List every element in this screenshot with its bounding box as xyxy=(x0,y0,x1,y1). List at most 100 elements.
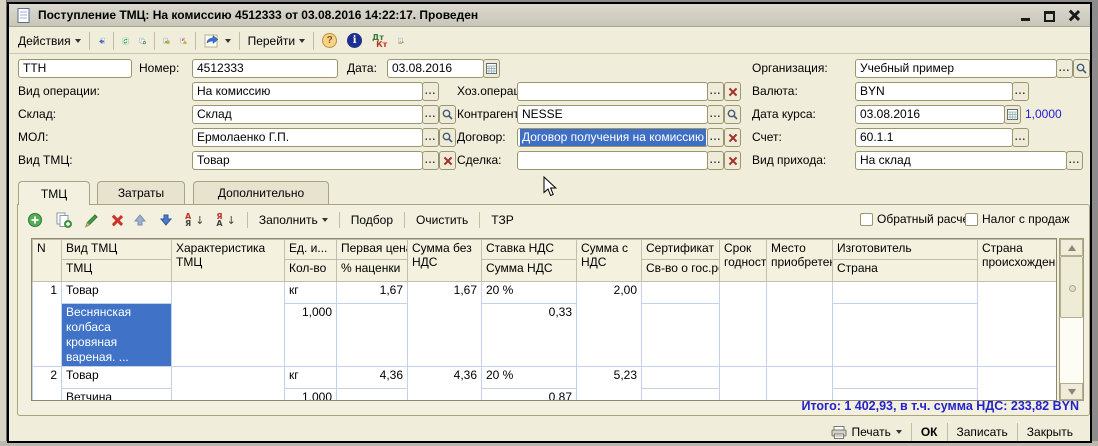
titlebar[interactable]: Поступление ТМЦ: На комиссию 4512333 от … xyxy=(9,4,1090,27)
cell-type[interactable]: Товар xyxy=(62,282,172,304)
tab-dopolnitelno[interactable]: Дополнительно xyxy=(193,181,329,204)
tzr-button[interactable]: ТЗР xyxy=(486,211,518,229)
minimize-button[interactable] xyxy=(1018,8,1032,22)
scroll-down-button[interactable] xyxy=(1060,383,1083,400)
deal-input[interactable] xyxy=(517,151,708,170)
contractors-open-button[interactable] xyxy=(724,105,741,124)
cell-characteristic[interactable] xyxy=(172,367,285,402)
cell-sum-no-vat[interactable]: 4,36 xyxy=(408,367,482,402)
contractors-select-button[interactable]: ... xyxy=(707,105,724,124)
contractors-input[interactable]: NESSE xyxy=(517,105,708,124)
contract-input[interactable]: Договор получения на комиссию xyxy=(517,128,708,147)
contract-select-button[interactable]: ... xyxy=(707,128,724,147)
tmc-kind-input[interactable]: Товар xyxy=(192,151,423,170)
sort-descending-button[interactable]: ЯА ↓ xyxy=(211,211,240,229)
refresh-button[interactable] xyxy=(117,32,134,49)
cell-certificate[interactable] xyxy=(642,367,720,389)
doc-type-input[interactable]: ТТН xyxy=(18,59,132,78)
cell-unit[interactable]: кг xyxy=(285,367,337,389)
edit-row-button[interactable] xyxy=(79,211,104,230)
hoz-operation-input[interactable] xyxy=(517,82,708,101)
cell-shelf-life[interactable] xyxy=(720,282,767,367)
mol-input[interactable]: Ермолаенко Г.П. xyxy=(192,128,423,147)
cell-origin[interactable] xyxy=(978,282,1058,367)
organization-input[interactable]: Учебный пример xyxy=(855,59,1057,78)
hoz-operation-clear-button[interactable] xyxy=(724,82,741,101)
pick-button[interactable]: Подбор xyxy=(346,211,398,229)
cell-type[interactable]: Товар xyxy=(62,367,172,389)
sort-ascending-button[interactable]: АЯ ↓ xyxy=(180,211,209,229)
income-kind-select-button[interactable]: ... xyxy=(1066,151,1083,170)
goto-menu-button[interactable]: Перейти xyxy=(243,32,311,50)
close-button[interactable] xyxy=(1066,8,1080,22)
deal-select-button[interactable]: ... xyxy=(707,151,724,170)
ok-button[interactable]: ОК xyxy=(912,422,947,442)
organization-select-button[interactable]: ... xyxy=(1056,59,1073,78)
print-menu-button[interactable]: Печать xyxy=(822,422,911,442)
help-button[interactable]: ? xyxy=(317,31,342,50)
cell-cert2[interactable] xyxy=(642,304,720,367)
cell-place[interactable] xyxy=(767,367,833,402)
reverse-calc-checkbox[interactable]: Обратный расчет xyxy=(860,212,974,226)
cell-sum-with-vat[interactable]: 5,23 xyxy=(577,367,642,402)
cell-characteristic[interactable] xyxy=(172,282,285,367)
cell-n[interactable]: 1 xyxy=(33,282,62,367)
cell-vat-rate[interactable]: 20 % xyxy=(482,282,577,304)
cell-place[interactable] xyxy=(767,282,833,367)
currency-select-button[interactable]: ... xyxy=(1012,82,1029,101)
post-document-button[interactable] xyxy=(158,32,175,49)
add-row-button[interactable] xyxy=(22,210,48,230)
cell-qty[interactable]: 1,000 xyxy=(285,304,337,367)
cell-certificate[interactable] xyxy=(642,282,720,304)
sales-tax-checkbox[interactable]: Налог с продаж xyxy=(965,212,1069,226)
cell-markup[interactable] xyxy=(337,304,408,367)
date-input[interactable]: 03.08.2016 xyxy=(387,59,484,78)
warehouse-input[interactable]: Склад xyxy=(192,105,423,124)
save-close-button[interactable] xyxy=(93,32,110,49)
operation-select-button[interactable]: ... xyxy=(422,82,439,101)
account-input[interactable]: 60.1.1 xyxy=(855,128,1013,147)
rate-date-calendar-button[interactable] xyxy=(1004,105,1021,124)
cell-n[interactable]: 2 xyxy=(33,367,62,402)
cell-qty[interactable]: 1,000 xyxy=(285,389,337,402)
scrollbar-thumb[interactable] xyxy=(1060,256,1083,318)
warehouse-open-button[interactable] xyxy=(439,105,456,124)
income-kind-input[interactable]: На склад xyxy=(855,151,1067,170)
close-window-button[interactable]: Закрыть xyxy=(1018,422,1082,442)
cell-tmc-name-selected[interactable]: Веснянская колбасакровяная вареная. ... xyxy=(62,304,172,367)
cell-unit[interactable]: кг xyxy=(285,282,337,304)
cell-country[interactable] xyxy=(833,304,978,367)
currency-input[interactable]: BYN xyxy=(855,82,1013,101)
organization-open-button[interactable] xyxy=(1073,59,1090,78)
cell-vat-sum[interactable]: 0,87 xyxy=(482,389,577,402)
cell-vat-rate[interactable]: 20 % xyxy=(482,367,577,389)
warehouse-select-button[interactable]: ... xyxy=(422,105,439,124)
operation-kind-input[interactable]: На комиссию xyxy=(192,82,423,101)
cell-sum-with-vat[interactable]: 2,00 xyxy=(577,282,642,367)
cell-shelf-life[interactable] xyxy=(720,367,767,402)
table-scrollbar[interactable] xyxy=(1059,238,1084,401)
save-button[interactable]: Записать xyxy=(948,422,1017,442)
move-row-down-button[interactable] xyxy=(154,211,178,229)
tmc-kind-select-button[interactable]: ... xyxy=(422,151,439,170)
mol-open-button[interactable] xyxy=(439,128,456,147)
maximize-button[interactable] xyxy=(1042,8,1056,22)
cell-vat-sum[interactable]: 0,33 xyxy=(482,304,577,367)
cell-maker[interactable] xyxy=(833,282,978,304)
copy-document-button[interactable] xyxy=(134,32,151,49)
rate-date-input[interactable]: 03.08.2016 xyxy=(855,105,1005,124)
fill-menu-button[interactable]: Заполнить xyxy=(254,211,333,229)
account-select-button[interactable]: ... xyxy=(1012,128,1029,147)
number-input[interactable]: 4512333 xyxy=(192,59,338,78)
deal-clear-button[interactable] xyxy=(724,151,741,170)
tmc-kind-clear-button[interactable] xyxy=(439,151,456,170)
info-button[interactable]: i xyxy=(342,31,367,50)
go-to-related-button[interactable] xyxy=(199,31,236,51)
contract-clear-button[interactable] xyxy=(724,128,741,147)
tab-zatraty[interactable]: Затраты xyxy=(97,181,185,204)
unpost-document-button[interactable] xyxy=(175,32,192,49)
copy-row-button[interactable] xyxy=(50,210,77,230)
cell-origin[interactable] xyxy=(978,367,1058,402)
mol-select-button[interactable]: ... xyxy=(422,128,439,147)
cell-price[interactable]: 1,67 xyxy=(337,282,408,304)
